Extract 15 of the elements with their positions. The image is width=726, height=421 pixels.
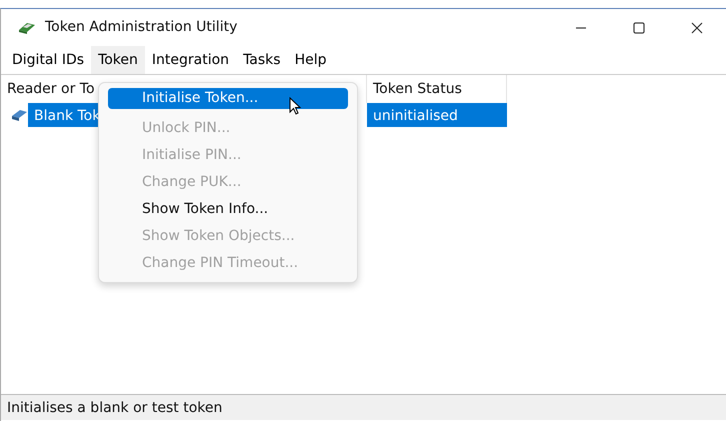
table-cell[interactable]: uninitialised bbox=[367, 103, 507, 127]
menu-item[interactable]: Token bbox=[91, 46, 145, 74]
maximize-icon bbox=[633, 22, 645, 34]
status-text: Initialises a blank or test token bbox=[1, 394, 726, 420]
token-icon bbox=[11, 108, 28, 122]
menu-item[interactable]: Digital IDs bbox=[5, 46, 92, 74]
menu-item[interactable]: Integration bbox=[144, 46, 236, 74]
menu-item[interactable]: Help bbox=[288, 46, 334, 74]
mouse-pointer-icon bbox=[289, 97, 303, 117]
close-icon bbox=[691, 22, 703, 34]
window-title: Token Administration Utility bbox=[45, 18, 238, 37]
menu-item[interactable]: Tasks bbox=[236, 46, 288, 74]
menu-item[interactable]: Initialise Token... bbox=[108, 88, 348, 109]
menu-item[interactable]: Show Token Info... bbox=[108, 196, 348, 223]
token-app-icon bbox=[17, 20, 37, 34]
